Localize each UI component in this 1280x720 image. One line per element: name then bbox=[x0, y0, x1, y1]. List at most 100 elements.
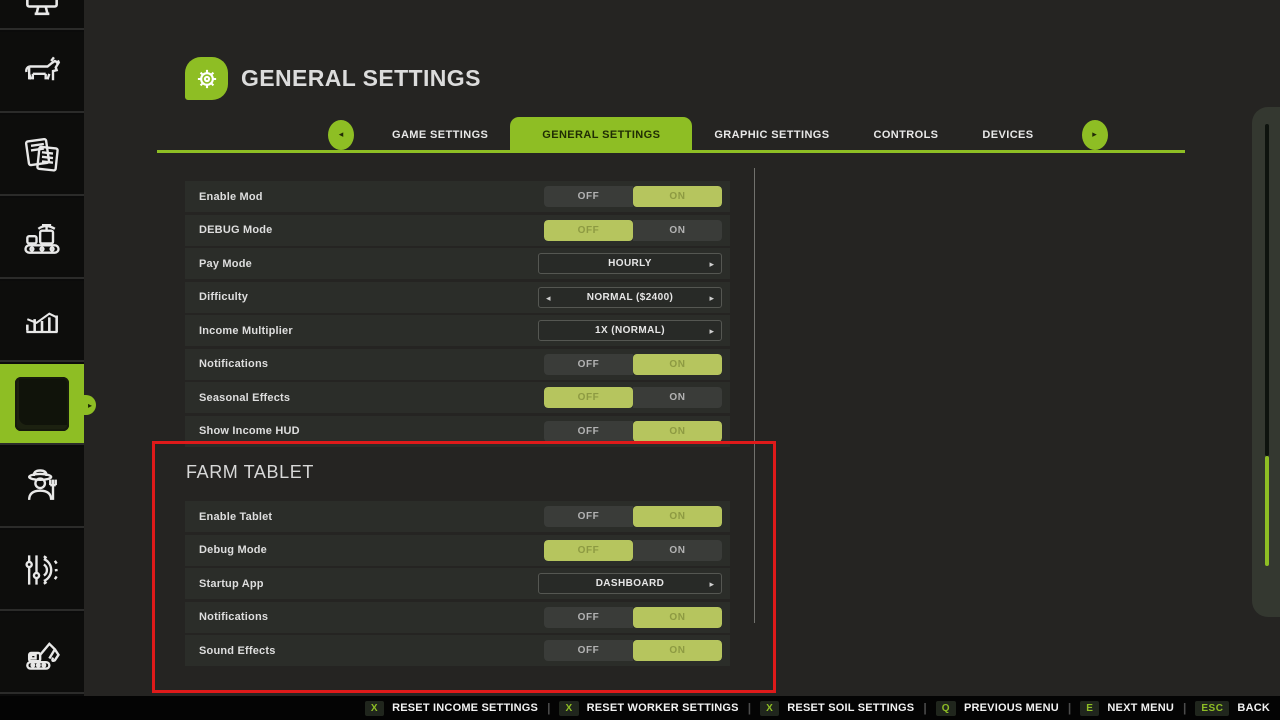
page-scrollbar-panel bbox=[1252, 107, 1280, 617]
keybind-bar: X RESET INCOME SETTINGS | X RESET WORKER… bbox=[0, 696, 1280, 720]
key-badge-e: E bbox=[1080, 701, 1099, 716]
keybind-label: BACK bbox=[1237, 702, 1270, 714]
notifications-toggle: OFF ON bbox=[544, 354, 722, 375]
key-badge-x: X bbox=[365, 701, 384, 716]
settings-app-icon bbox=[185, 57, 228, 100]
setting-label: Seasonal Effects bbox=[199, 392, 290, 404]
screen-icon bbox=[20, 0, 64, 23]
sidebar-item-settings[interactable] bbox=[0, 530, 84, 611]
chevron-right-icon: ▸ bbox=[1092, 129, 1097, 140]
pay-mode-dropdown[interactable]: HOURLY ▸ bbox=[538, 253, 722, 274]
scrollbar-track[interactable] bbox=[1265, 124, 1269, 456]
sidebar-item-workers[interactable] bbox=[0, 447, 84, 528]
tuning-icon bbox=[20, 548, 64, 592]
statistics-icon bbox=[20, 299, 64, 343]
toggle-on-button[interactable]: ON bbox=[633, 387, 722, 408]
debug-mode-toggle: OFF ON bbox=[544, 220, 722, 241]
setting-label: Show Income HUD bbox=[199, 425, 300, 437]
sidebar-item-construction[interactable] bbox=[0, 613, 84, 694]
scrollbar-thumb[interactable] bbox=[1265, 456, 1269, 566]
setting-label: Difficulty bbox=[199, 291, 248, 303]
separator: | bbox=[923, 701, 926, 715]
difficulty-dropdown[interactable]: ◂ NORMAL ($2400) ▸ bbox=[538, 287, 722, 308]
next-menu-button[interactable]: E NEXT MENU bbox=[1080, 701, 1174, 716]
tab-game-settings[interactable]: GAME SETTINGS bbox=[370, 117, 510, 152]
chevron-right-icon[interactable]: ▸ bbox=[709, 293, 714, 304]
chevron-left-icon: ◂ bbox=[339, 129, 344, 140]
setting-row-pay-mode: Pay Mode HOURLY ▸ bbox=[185, 248, 730, 279]
reset-soil-settings-button[interactable]: X RESET SOIL SETTINGS bbox=[760, 701, 914, 716]
mod-active-icon bbox=[15, 377, 69, 431]
separator: | bbox=[547, 701, 550, 715]
general-settings-list: Enable Mod OFF ON DEBUG Mode OFF ON Pay … bbox=[185, 181, 730, 449]
farmer-icon bbox=[20, 465, 64, 509]
sidebar-item-mod-settings-active[interactable] bbox=[0, 364, 84, 445]
tab-controls[interactable]: CONTROLS bbox=[852, 117, 961, 152]
chevron-right-icon[interactable]: ▸ bbox=[709, 259, 714, 270]
tabs-next-button[interactable]: ▸ bbox=[1082, 120, 1108, 150]
reset-income-settings-button[interactable]: X RESET INCOME SETTINGS bbox=[365, 701, 538, 716]
keybind-label: PREVIOUS MENU bbox=[964, 702, 1059, 714]
active-item-pointer-icon: ▸ bbox=[84, 395, 96, 415]
tabs-prev-button[interactable]: ◂ bbox=[328, 120, 354, 150]
sidebar-item-production[interactable] bbox=[0, 198, 84, 279]
separator: | bbox=[748, 701, 751, 715]
back-button[interactable]: ESC BACK bbox=[1195, 701, 1270, 716]
setting-row-enable-mod: Enable Mod OFF ON bbox=[185, 181, 730, 212]
previous-menu-button[interactable]: Q PREVIOUS MENU bbox=[936, 701, 1059, 716]
tab-general-settings[interactable]: GENERAL SETTINGS bbox=[510, 117, 692, 152]
setting-label: Income Multiplier bbox=[199, 325, 293, 337]
gear-icon bbox=[193, 65, 221, 93]
settings-tab-bar: ◂ GAME SETTINGS GENERAL SETTINGS GRAPHIC… bbox=[328, 117, 1108, 152]
seasonal-effects-toggle: OFF ON bbox=[544, 387, 722, 408]
setting-row-notifications: Notifications OFF ON bbox=[185, 349, 730, 380]
reset-worker-settings-button[interactable]: X RESET WORKER SETTINGS bbox=[559, 701, 738, 716]
dropdown-value: NORMAL ($2400) bbox=[587, 292, 674, 303]
setting-label: DEBUG Mode bbox=[199, 224, 273, 236]
key-badge-x: X bbox=[559, 701, 578, 716]
excavator-icon bbox=[20, 631, 64, 675]
setting-row-difficulty: Difficulty ◂ NORMAL ($2400) ▸ bbox=[185, 282, 730, 313]
keybind-label: NEXT MENU bbox=[1107, 702, 1174, 714]
enable-mod-toggle: OFF ON bbox=[544, 186, 722, 207]
page-title: GENERAL SETTINGS bbox=[241, 65, 481, 92]
dropdown-value: HOURLY bbox=[608, 258, 652, 269]
tab-underline bbox=[157, 150, 1185, 153]
setting-row-seasonal-effects: Seasonal Effects OFF ON bbox=[185, 382, 730, 413]
toggle-off-button[interactable]: OFF bbox=[544, 421, 633, 442]
production-icon bbox=[20, 216, 64, 260]
separator: | bbox=[1068, 701, 1071, 715]
setting-row-debug-mode: DEBUG Mode OFF ON bbox=[185, 215, 730, 246]
cow-icon bbox=[20, 50, 64, 94]
separator: | bbox=[1183, 701, 1186, 715]
sidebar-item-animals[interactable] bbox=[0, 32, 84, 113]
setting-label: Pay Mode bbox=[199, 258, 252, 270]
key-badge-q: Q bbox=[936, 701, 956, 716]
toggle-off-button[interactable]: OFF bbox=[544, 354, 633, 375]
toggle-on-button[interactable]: ON bbox=[633, 354, 722, 375]
toggle-off-button[interactable]: OFF bbox=[544, 387, 633, 408]
setting-label: Enable Mod bbox=[199, 191, 263, 203]
toggle-off-button[interactable]: OFF bbox=[544, 186, 633, 207]
keybind-label: RESET INCOME SETTINGS bbox=[392, 702, 538, 714]
key-badge-x: X bbox=[760, 701, 779, 716]
key-badge-esc: ESC bbox=[1195, 701, 1229, 716]
income-multiplier-dropdown[interactable]: 1X (NORMAL) ▸ bbox=[538, 320, 722, 341]
sidebar-item-contracts[interactable] bbox=[0, 115, 84, 196]
toggle-on-button[interactable]: ON bbox=[633, 186, 722, 207]
tab-graphic-settings[interactable]: GRAPHIC SETTINGS bbox=[692, 117, 851, 152]
chevron-left-icon[interactable]: ◂ bbox=[546, 293, 551, 304]
toggle-off-button[interactable]: OFF bbox=[544, 220, 633, 241]
setting-row-income-multiplier: Income Multiplier 1X (NORMAL) ▸ bbox=[185, 315, 730, 346]
sidebar-item-screen[interactable] bbox=[0, 0, 84, 30]
toggle-on-button[interactable]: ON bbox=[633, 220, 722, 241]
show-income-hud-toggle: OFF ON bbox=[544, 421, 722, 442]
sidebar bbox=[0, 0, 84, 696]
toggle-on-button[interactable]: ON bbox=[633, 421, 722, 442]
keybind-label: RESET WORKER SETTINGS bbox=[587, 702, 739, 714]
tab-devices[interactable]: DEVICES bbox=[960, 117, 1055, 152]
sidebar-item-statistics[interactable] bbox=[0, 281, 84, 362]
annotation-highlight-box bbox=[152, 441, 776, 693]
dropdown-value: 1X (NORMAL) bbox=[595, 325, 665, 336]
chevron-right-icon[interactable]: ▸ bbox=[709, 326, 714, 337]
